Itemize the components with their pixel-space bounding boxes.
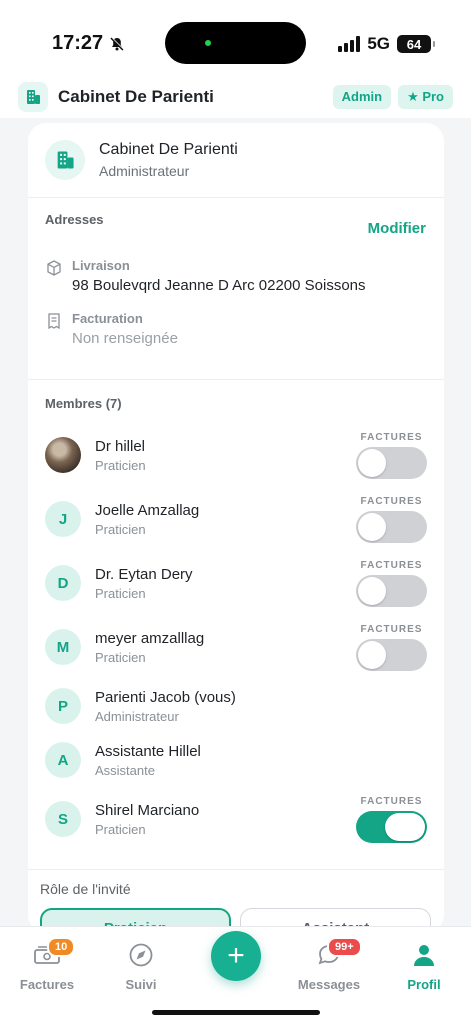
- member-role: Praticien: [95, 457, 146, 473]
- admin-badge: Admin: [332, 85, 392, 109]
- battery-level: 64: [406, 36, 422, 52]
- nav-suivi-label: Suivi: [125, 977, 157, 992]
- factures-label: FACTURES: [360, 495, 423, 507]
- member-role: Praticien: [95, 585, 146, 601]
- divider: [28, 869, 444, 870]
- factures-toggle[interactable]: [356, 810, 427, 843]
- nav-messages-label: Messages: [297, 977, 361, 992]
- status-indicators: 5G 64: [338, 34, 435, 54]
- building-icon: [45, 140, 85, 180]
- organization-row: Cabinet De Parienti Administrateur: [28, 123, 444, 198]
- member-role: Praticien: [95, 521, 146, 537]
- member-role: Administrateur: [95, 708, 179, 724]
- dynamic-island: [165, 22, 306, 64]
- nav-messages[interactable]: 99+ Messages: [289, 937, 369, 992]
- member-row[interactable]: P Parienti Jacob (vous) Administrateur: [45, 682, 427, 730]
- organization-name: Cabinet De Parienti: [99, 141, 238, 158]
- member-row[interactable]: M meyer amzalllag Praticien FACTURES: [45, 623, 427, 671]
- member-role: Praticien: [95, 821, 146, 837]
- member-name: Dr. Eytan Dery: [95, 565, 193, 583]
- factures-toggle[interactable]: [356, 638, 427, 671]
- factures-label: FACTURES: [360, 623, 423, 635]
- addresses-section: Adresses Modifier Livraison 98 Boulevqrd…: [28, 198, 444, 380]
- header-badges: Admin ★ Pro: [332, 85, 453, 109]
- receipt-icon: [48, 313, 60, 330]
- billing-address: Facturation Non renseignée: [45, 311, 178, 347]
- banknote-icon: 10: [33, 937, 76, 969]
- members-label: Membres (7): [45, 396, 122, 411]
- nav-suivi[interactable]: Suivi: [101, 941, 181, 992]
- factures-toggle[interactable]: [356, 446, 427, 479]
- factures-label: FACTURES: [360, 559, 423, 571]
- compass-icon: [127, 941, 155, 969]
- factures-toggle[interactable]: [356, 574, 427, 607]
- member-row[interactable]: J Joelle Amzallag Praticien FACTURES: [45, 495, 427, 543]
- nav-factures-label: Factures: [19, 977, 75, 992]
- member-name: meyer amzalllag: [95, 629, 205, 647]
- nav-factures[interactable]: 10 Factures: [7, 937, 87, 992]
- billing-label: Facturation: [72, 311, 143, 326]
- building-icon: [18, 82, 48, 112]
- box-icon: [47, 260, 61, 276]
- factures-count-badge: 10: [47, 937, 76, 957]
- camera-indicator-icon: [205, 40, 211, 46]
- organization-role: Administrateur: [99, 163, 190, 179]
- member-name: Joelle Amzallag: [95, 501, 200, 519]
- avatar: M: [45, 629, 81, 665]
- delivery-value: 98 Boulevqrd Jeanne D Arc 02200 Soissons: [72, 277, 366, 294]
- avatar: D: [45, 565, 81, 601]
- avatar: P: [45, 688, 81, 724]
- member-row[interactable]: A Assistante Hillel Assistante: [45, 736, 427, 784]
- app-header: Cabinet De Parienti Admin ★ Pro: [0, 76, 471, 118]
- pro-badge: ★ Pro: [398, 85, 453, 109]
- member-name: Assistante Hillel: [95, 742, 201, 760]
- factures-toggle[interactable]: [356, 510, 427, 543]
- time-text: 17:27: [52, 32, 104, 54]
- avatar: A: [45, 742, 81, 778]
- status-bar: 17:27 5G 64: [0, 0, 471, 76]
- modify-address-button[interactable]: Modifier: [368, 220, 426, 237]
- bell-slash-icon: [110, 36, 125, 51]
- nav-profil[interactable]: Profil: [384, 941, 464, 992]
- member-role: Praticien: [95, 649, 146, 665]
- header-title: Cabinet De Parienti: [58, 87, 214, 106]
- chat-icon: 99+: [315, 937, 362, 969]
- member-name: Shirel Marciano: [95, 801, 200, 819]
- member-row[interactable]: S Shirel Marciano Praticien FACTURES: [45, 795, 427, 843]
- person-icon: [410, 941, 438, 969]
- organization-card: Cabinet De Parienti Administrateur Adres…: [28, 123, 444, 933]
- invite-role-label: Rôle de l'invité: [40, 881, 131, 897]
- factures-label: FACTURES: [360, 431, 423, 443]
- signal-icon: [338, 36, 361, 52]
- billing-value: Non renseignée: [72, 330, 178, 347]
- member-name: Dr hillel: [95, 437, 146, 455]
- addresses-label: Adresses: [45, 212, 104, 227]
- member-name: Parienti Jacob (vous): [95, 688, 236, 706]
- member-row[interactable]: D Dr. Eytan Dery Praticien FACTURES: [45, 559, 427, 607]
- status-time: 17:27: [52, 32, 125, 55]
- member-role: Assistante: [95, 762, 155, 778]
- delivery-label: Livraison: [72, 258, 130, 273]
- home-indicator: [152, 1010, 320, 1015]
- factures-label: FACTURES: [360, 795, 423, 807]
- bottom-nav: 10 Factures Suivi + 99+ Messages Profil: [0, 926, 471, 1024]
- messages-count-badge: 99+: [327, 937, 362, 957]
- nav-profil-label: Profil: [407, 977, 441, 992]
- network-type: 5G: [367, 34, 390, 53]
- member-row[interactable]: Dr hillel Praticien FACTURES: [45, 431, 427, 479]
- delivery-address: Livraison 98 Boulevqrd Jeanne D Arc 0220…: [45, 258, 366, 294]
- avatar: [45, 437, 81, 473]
- avatar: S: [45, 801, 81, 837]
- battery-icon: 64: [397, 35, 435, 53]
- avatar: J: [45, 501, 81, 537]
- add-button[interactable]: +: [211, 931, 261, 981]
